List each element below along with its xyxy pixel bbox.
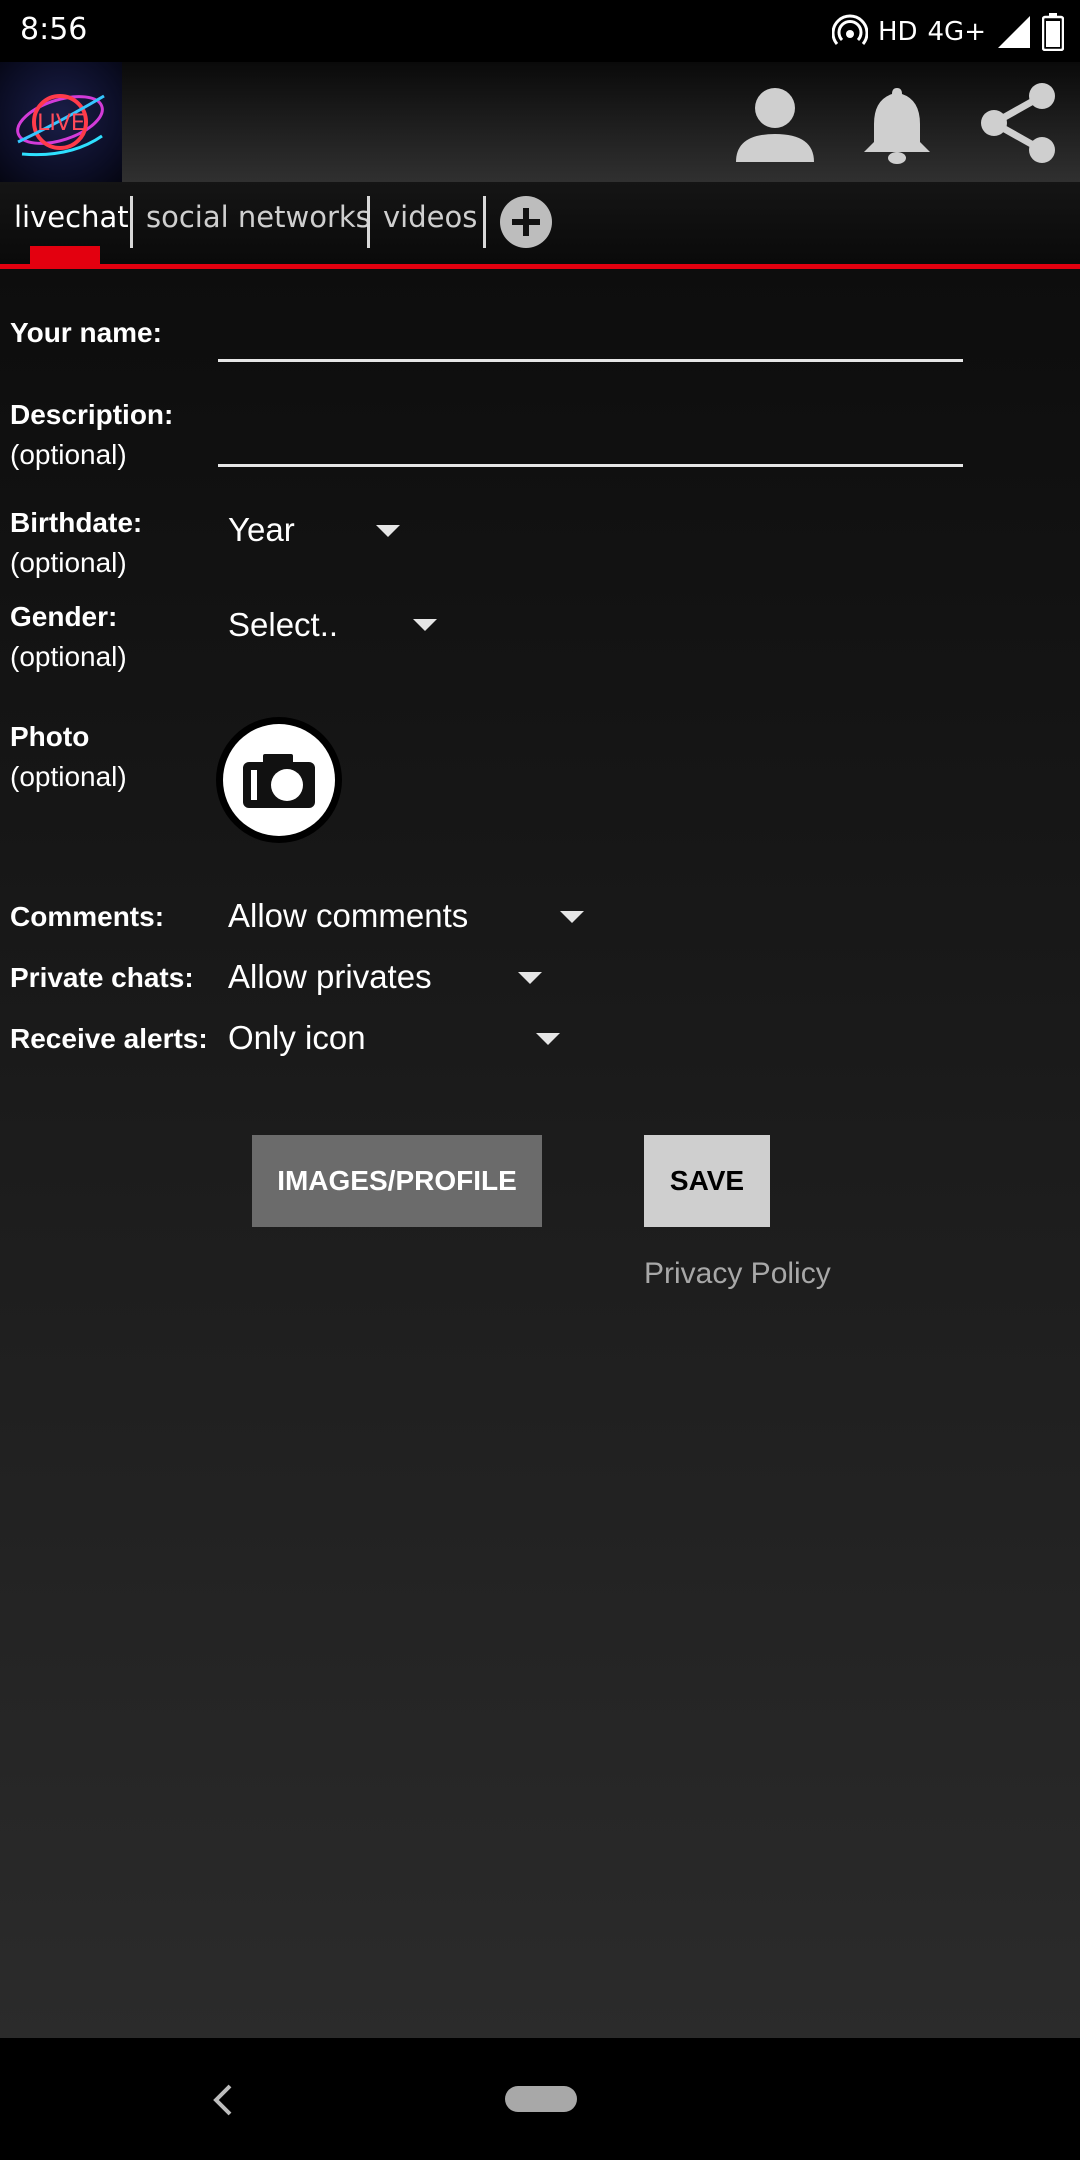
home-pill-icon[interactable] (505, 2086, 577, 2112)
name-label: Your name: (10, 317, 162, 348)
gender-select[interactable]: Select.. (228, 606, 338, 644)
images-profile-button[interactable]: IMAGES/PROFILE (252, 1135, 542, 1227)
comments-select[interactable]: Allow comments (228, 897, 468, 935)
photo-upload-button[interactable] (216, 717, 342, 843)
birthdate-label: Birthdate: (10, 507, 143, 538)
live-logo-icon: LIVE (16, 94, 105, 157)
receive-alerts-dropdown-icon[interactable] (536, 1033, 560, 1045)
hotspot-icon (831, 14, 868, 45)
name-input[interactable] (218, 359, 963, 362)
tab-social-networks[interactable]: social networks (146, 200, 371, 234)
tab-divider (130, 196, 133, 248)
tab-divider (483, 196, 486, 248)
tabs-bar: livechat social networks videos (0, 182, 1080, 269)
svg-text:LIVE: LIVE (37, 111, 85, 136)
network-indicator: 4G+ (927, 17, 986, 47)
photo-button-face (223, 724, 335, 836)
hd-indicator: HD (877, 17, 918, 47)
status-icons: HD 4G+ (831, 10, 1064, 54)
private-chats-label: Private chats: (10, 962, 194, 993)
gender-label: Gender: (10, 601, 118, 632)
comments-label: Comments: (10, 901, 165, 932)
save-button[interactable]: SAVE (644, 1135, 770, 1227)
tab-videos[interactable]: videos (383, 200, 477, 234)
comments-dropdown-icon[interactable] (560, 911, 584, 923)
private-chats-select[interactable]: Allow privates (228, 958, 432, 996)
photo-label: Photo (10, 721, 90, 752)
profile-form: Your name: Description: (optional) Birth… (0, 269, 1080, 2038)
status-time: 8:56 (20, 12, 88, 47)
tab-livechat[interactable]: livechat (14, 200, 129, 234)
private-chats-dropdown-icon[interactable] (518, 972, 542, 984)
birthdate-select[interactable]: Year (228, 511, 295, 549)
system-nav-bar (0, 2038, 1080, 2160)
privacy-policy-link[interactable]: Privacy Policy (644, 1257, 831, 1291)
battery-icon (1042, 13, 1064, 51)
active-tab-indicator (30, 246, 100, 264)
receive-alerts-label: Receive alerts: (10, 1023, 208, 1054)
description-optional: (optional) (10, 439, 127, 470)
app-bar: LIVE (0, 62, 1080, 182)
gender-optional: (optional) (10, 641, 127, 672)
description-input[interactable] (218, 464, 963, 467)
signal-icon (998, 16, 1030, 48)
tab-divider (367, 196, 370, 248)
receive-alerts-select[interactable]: Only icon (228, 1019, 366, 1057)
share-icon[interactable] (976, 80, 1062, 166)
plus-circle-icon (512, 208, 540, 236)
birthdate-dropdown-icon[interactable] (376, 525, 400, 537)
profile-icon[interactable] (732, 80, 818, 166)
app-logo[interactable]: LIVE (0, 62, 122, 182)
bell-icon[interactable] (854, 80, 940, 166)
birthdate-optional: (optional) (10, 547, 127, 578)
camera-icon (243, 754, 315, 808)
add-tab-button[interactable] (500, 196, 552, 248)
description-label: Description: (10, 399, 174, 430)
photo-optional: (optional) (10, 761, 127, 792)
back-icon[interactable] (204, 2080, 240, 2120)
gender-dropdown-icon[interactable] (413, 619, 437, 631)
status-bar: 8:56 HD 4G+ (0, 0, 1080, 62)
